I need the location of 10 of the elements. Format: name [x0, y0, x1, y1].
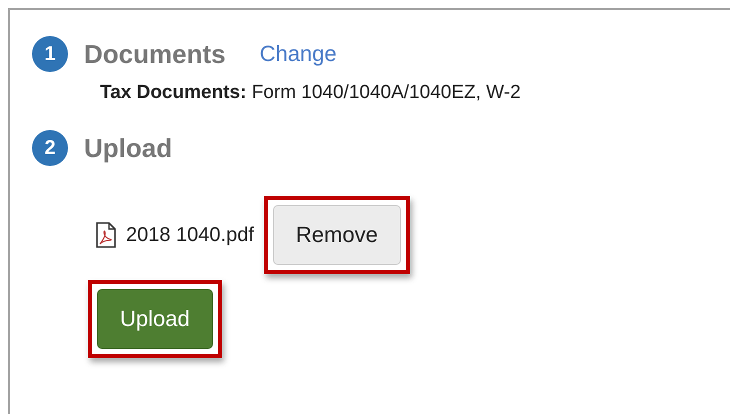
upload-button[interactable]: Upload	[97, 289, 213, 349]
step-title: Upload	[84, 132, 172, 164]
remove-button[interactable]: Remove	[272, 205, 401, 265]
change-link[interactable]: Change	[260, 41, 337, 67]
file-name: 2018 1040.pdf	[126, 224, 254, 246]
pdf-file-icon	[96, 222, 116, 248]
step-number: 1	[32, 36, 68, 72]
tax-documents-text: Tax Documents: Form 1040/1040A/1040EZ, W-2	[100, 82, 522, 104]
step-number: 2	[32, 130, 68, 166]
step-title: Documents	[84, 38, 226, 70]
